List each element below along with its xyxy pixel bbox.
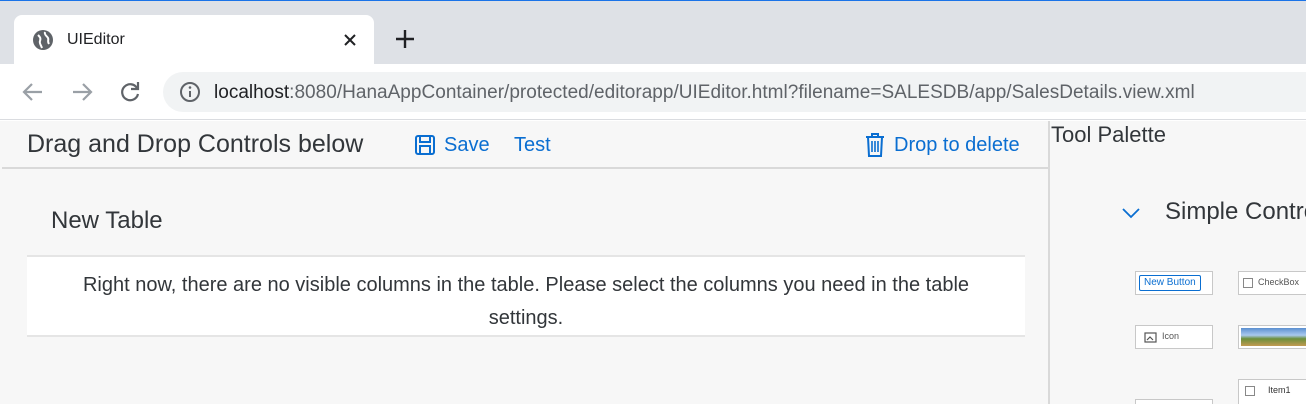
table-title: New Table: [51, 207, 163, 234]
save-icon: [415, 135, 435, 155]
palette-button-label: New Button: [1139, 275, 1201, 291]
forward-icon[interactable]: [69, 79, 95, 105]
url-text[interactable]: localhost:8080/HanaAppContainer/protecte…: [214, 82, 1195, 104]
new-table[interactable]: Right now, there are no visible columns …: [27, 255, 1025, 337]
editor-pane: Drag and Drop Controls below Save Test D…: [2, 121, 1050, 404]
palette-list-control[interactable]: Item1: [1238, 379, 1306, 404]
reload-icon[interactable]: [117, 79, 143, 105]
new-tab-icon[interactable]: [394, 28, 416, 50]
palette-control-partial[interactable]: [1135, 399, 1213, 404]
app-area: Drag and Drop Controls below Save Test D…: [0, 121, 1306, 404]
chevron-down-icon[interactable]: [1121, 203, 1141, 223]
palette-checkbox-control[interactable]: CheckBox: [1238, 271, 1306, 295]
palette-list-item-label: Item1: [1268, 385, 1291, 395]
palette-icon-label: Icon: [1162, 331, 1180, 341]
omnibox[interactable]: localhost:8080/HanaAppContainer/protecte…: [163, 72, 1306, 112]
close-icon[interactable]: [342, 32, 358, 48]
palette-image-control[interactable]: [1238, 325, 1306, 349]
editor-toolbar: Drag and Drop Controls below Save Test D…: [2, 121, 1048, 169]
globe-icon: [33, 30, 53, 50]
trash-icon: [866, 133, 884, 157]
palette-title: Tool Palette: [1051, 122, 1166, 147]
url-host: localhost: [214, 82, 290, 103]
palette-button-control[interactable]: New Button: [1135, 271, 1213, 295]
browser-tab[interactable]: UIEditor: [14, 15, 374, 65]
test-button[interactable]: Test: [514, 134, 551, 157]
section-title-simple-controls[interactable]: Simple Contro: [1165, 198, 1306, 226]
landscape-image: [1241, 328, 1306, 346]
back-icon[interactable]: [20, 79, 46, 105]
checkbox-icon: [1245, 386, 1255, 396]
table-empty-message: Right now, there are no visible columns …: [82, 274, 970, 329]
url-path: :8080/HanaAppContainer/protected/editora…: [289, 82, 1195, 103]
save-label: Save: [444, 133, 490, 156]
editor-title: Drag and Drop Controls below: [27, 130, 364, 158]
drop-to-delete-zone[interactable]: Drop to delete: [864, 132, 1020, 158]
address-bar: localhost:8080/HanaAppContainer/protecte…: [0, 64, 1306, 120]
checkbox-icon: [1243, 278, 1253, 288]
tool-palette: Tool Palette Simple Contro New Button Ch…: [1051, 121, 1306, 404]
palette-icon-control[interactable]: Icon: [1135, 325, 1213, 349]
tab-title: UIEditor: [67, 31, 125, 48]
save-button[interactable]: Save: [414, 132, 490, 158]
palette-checkbox-label: CheckBox: [1258, 277, 1300, 287]
delete-label: Drop to delete: [894, 133, 1020, 156]
info-icon[interactable]: [179, 81, 201, 103]
browser-tab-bar: UIEditor: [0, 0, 1306, 65]
image-icon: [1144, 332, 1157, 343]
